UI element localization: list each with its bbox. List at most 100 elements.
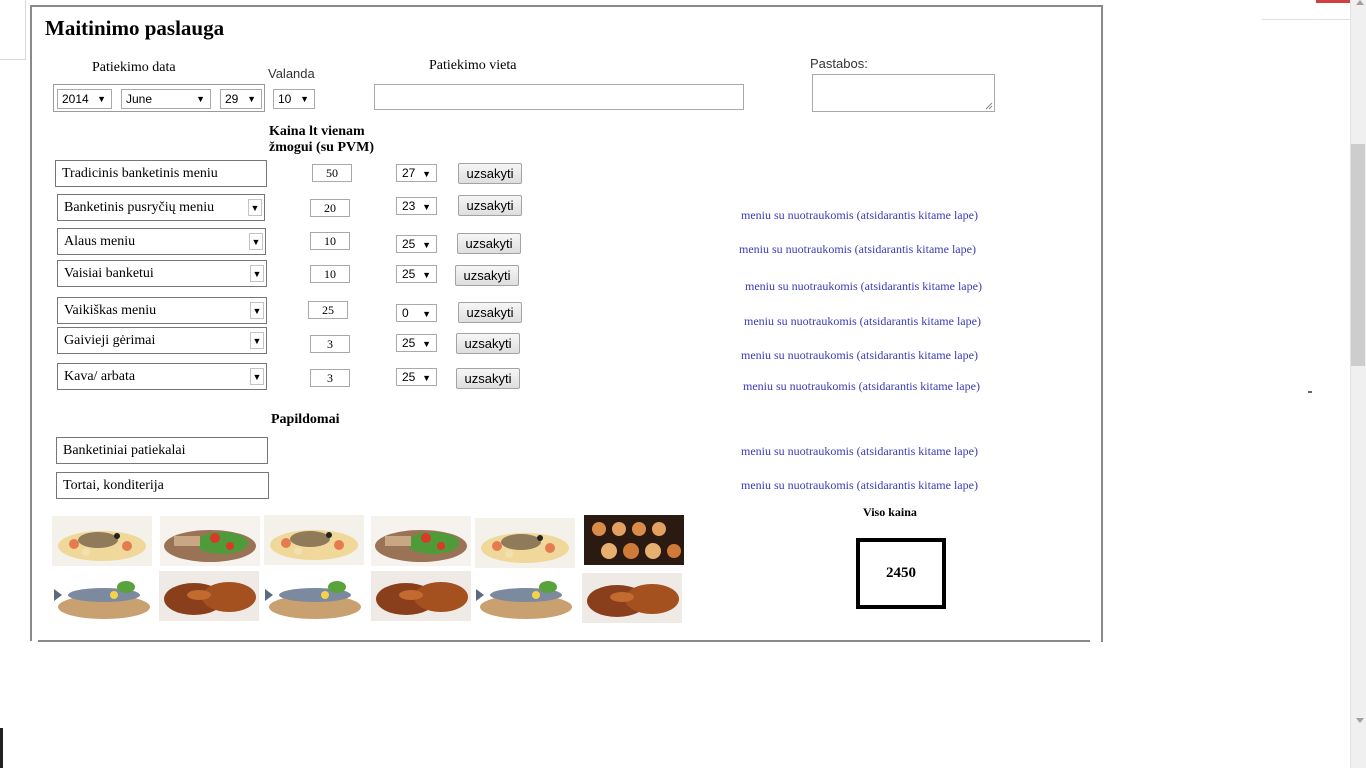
- chevron-down-icon: ▼: [249, 233, 263, 250]
- menu-select-0[interactable]: Tradicinis banketinis meniu: [55, 160, 267, 187]
- extra-field-cakes[interactable]: Tortai, konditerija: [56, 472, 269, 499]
- fish-image: [476, 571, 576, 621]
- quantity-value: 25: [402, 267, 416, 281]
- hour-select[interactable]: 10 ▼: [273, 89, 315, 109]
- chevron-down-icon: ▼: [248, 199, 262, 216]
- photo-menu-link[interactable]: meniu su nuotraukomis (atsidarantis kita…: [744, 314, 981, 329]
- month-value: June: [126, 92, 153, 106]
- month-select[interactable]: June ▼: [121, 89, 211, 109]
- chevron-down-icon: ▼: [422, 202, 431, 212]
- menu-select-6[interactable]: Kava/ arbata ▼: [57, 363, 267, 390]
- photo-menu-link[interactable]: meniu su nuotraukomis (atsidarantis kita…: [741, 348, 978, 363]
- price-input[interactable]: 50: [312, 164, 352, 182]
- platter-image: [52, 516, 152, 566]
- extra-photo-menu-link[interactable]: meniu su nuotraukomis (atsidarantis kita…: [741, 478, 978, 493]
- menu-select-5[interactable]: Gaivieji gėrimai ▼: [57, 327, 267, 354]
- chevron-down-icon: ▼: [97, 94, 106, 104]
- menu-name: Gaivieji gėrimai: [64, 333, 156, 348]
- extra-field-banquet-dishes[interactable]: Banketiniai patiekalai: [56, 437, 268, 464]
- quantity-select[interactable]: 27 ▼: [396, 164, 437, 182]
- resize-handle-icon[interactable]: [985, 102, 993, 110]
- left-edge-bar: [0, 728, 3, 768]
- menu-name: Vaisiai banketui: [64, 266, 154, 281]
- menu-name: Kava/ arbata: [64, 369, 136, 384]
- top-right-decoration: [1262, 0, 1350, 20]
- chevron-down-icon: ▼: [247, 94, 256, 104]
- extras-header: Papildomai: [271, 412, 340, 427]
- quantity-select[interactable]: 25 ▼: [396, 235, 437, 253]
- notes-value: [813, 77, 816, 91]
- chevron-down-icon: ▼: [422, 270, 431, 280]
- skewers-image: [584, 515, 684, 565]
- quantity-select[interactable]: 0 ▼: [396, 304, 437, 322]
- menu-select-1[interactable]: Banketinis pusryčių meniu ▼: [57, 194, 265, 221]
- chevron-down-icon: ▼: [422, 373, 431, 383]
- order-button[interactable]: uzsakyti: [456, 333, 520, 354]
- price-input[interactable]: 25: [308, 301, 348, 319]
- total-price-box: 2450: [856, 538, 946, 609]
- quantity-select[interactable]: 25 ▼: [396, 334, 437, 352]
- price-input[interactable]: 20: [310, 199, 350, 217]
- menu-select-3[interactable]: Vaisiai banketui ▼: [57, 260, 267, 287]
- platter-image: [475, 518, 575, 568]
- photo-menu-link[interactable]: meniu su nuotraukomis (atsidarantis kita…: [741, 208, 978, 223]
- page-title: Maitinimo paslauga: [45, 16, 225, 40]
- notes-label: Pastabos:: [810, 56, 868, 71]
- price-input[interactable]: 3: [310, 369, 350, 387]
- total-label: Viso kaina: [863, 505, 917, 519]
- left-edge-panel: [0, 0, 26, 60]
- extra-name: Banketiniai patiekalai: [63, 443, 186, 458]
- order-button[interactable]: uzsakyti: [458, 195, 522, 216]
- order-button[interactable]: uzsakyti: [457, 233, 521, 254]
- quantity-value: 25: [402, 237, 416, 251]
- price-input[interactable]: 10: [310, 265, 350, 283]
- quantity-value: 25: [402, 336, 416, 350]
- menu-name: Vaikiškas meniu: [64, 303, 157, 318]
- scrollbar-thumb[interactable]: [1351, 144, 1365, 366]
- menu-select-2[interactable]: Alaus meniu ▼: [57, 228, 266, 255]
- quantity-select[interactable]: 23 ▼: [396, 197, 437, 215]
- extra-name: Tortai, konditerija: [63, 478, 164, 493]
- order-button[interactable]: uzsakyti: [458, 302, 522, 323]
- extra-photo-menu-link[interactable]: meniu su nuotraukomis (atsidarantis kita…: [741, 444, 978, 459]
- delivery-place-value: [375, 86, 379, 101]
- top-red-accent: [1316, 0, 1350, 3]
- fish-image: [265, 571, 365, 621]
- year-select[interactable]: 2014 ▼: [57, 89, 112, 109]
- photo-menu-link[interactable]: meniu su nuotraukomis (atsidarantis kita…: [745, 279, 982, 294]
- delivery-place-input[interactable]: [374, 84, 744, 110]
- fish-image: [54, 571, 154, 621]
- menu-select-4[interactable]: Vaikiškas meniu ▼: [57, 297, 267, 324]
- form-frame-left: [30, 5, 32, 641]
- chevron-down-icon: ▼: [422, 309, 431, 319]
- order-button[interactable]: uzsakyti: [456, 368, 520, 389]
- scroll-up-icon[interactable]: [1356, 0, 1364, 5]
- quantity-value: 23: [402, 199, 416, 213]
- salad-image: [371, 516, 471, 566]
- form-frame-bottom: [38, 640, 1090, 642]
- chevron-down-icon: ▼: [422, 169, 431, 179]
- order-button[interactable]: uzsakyti: [458, 163, 522, 184]
- menu-name: Alaus meniu: [64, 234, 136, 249]
- quantity-select[interactable]: 25 ▼: [396, 368, 437, 386]
- menu-name: Banketinis pusryčių meniu: [64, 200, 215, 215]
- price-input[interactable]: 10: [310, 232, 350, 250]
- chevron-down-icon: ▼: [422, 339, 431, 349]
- quantity-select[interactable]: 25 ▼: [396, 265, 437, 283]
- quantity-value: 25: [402, 370, 416, 384]
- year-value: 2014: [62, 92, 89, 106]
- photo-menu-link[interactable]: meniu su nuotraukomis (atsidarantis kita…: [743, 379, 980, 394]
- photo-menu-link[interactable]: meniu su nuotraukomis (atsidarantis kita…: [739, 242, 976, 257]
- meat-image: [159, 571, 259, 621]
- day-select[interactable]: 29 ▼: [220, 89, 262, 109]
- scroll-down-icon[interactable]: [1356, 718, 1364, 723]
- form-frame-top: [32, 5, 1103, 7]
- notes-textarea[interactable]: [812, 74, 995, 112]
- menu-name: Tradicinis banketinis meniu: [62, 166, 218, 181]
- quantity-value: 27: [402, 166, 416, 180]
- delivery-date-label: Patiekimo data: [92, 60, 176, 75]
- price-input[interactable]: 3: [310, 335, 350, 353]
- form-frame-right: [1101, 5, 1103, 642]
- order-button[interactable]: uzsakyti: [455, 265, 519, 286]
- vertical-scrollbar[interactable]: [1350, 0, 1366, 768]
